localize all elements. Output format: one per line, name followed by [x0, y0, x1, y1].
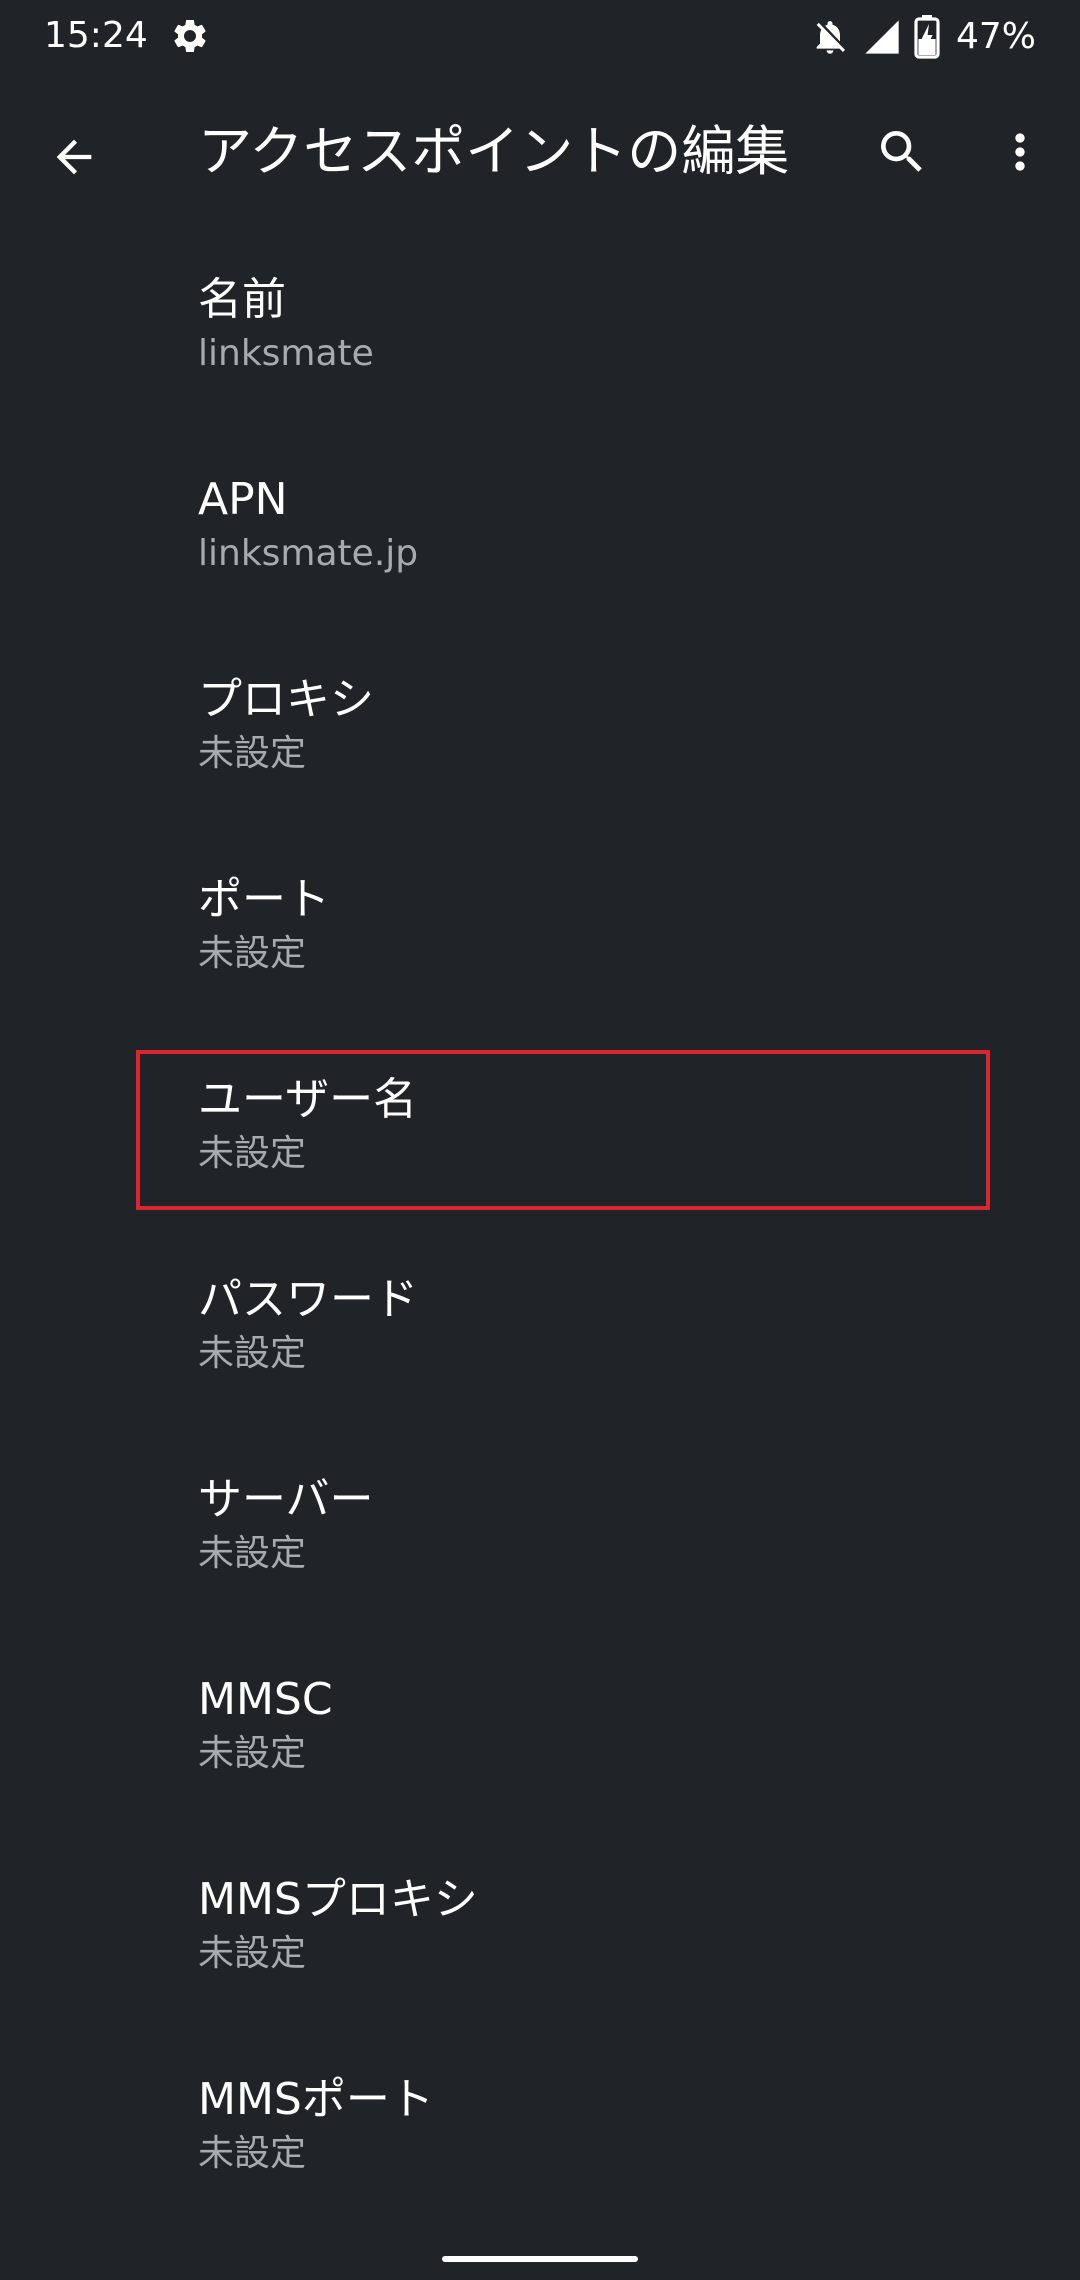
pref-title: MMSプロキシ: [198, 1874, 478, 1925]
pref-summary: 未設定: [198, 1933, 307, 1974]
status-time: 15:24: [44, 15, 148, 56]
pref-title: MMSポート: [198, 2074, 434, 2125]
apn-settings-list: 名前 linksmate APN linksmate.jp プロキシ 未設定 ポ…: [0, 226, 1080, 2226]
pref-item-mmsc[interactable]: MMSC 未設定: [0, 1626, 1080, 1826]
pref-item-port[interactable]: ポート 未設定: [0, 826, 1080, 1026]
pref-item-apn[interactable]: APN linksmate.jp: [0, 426, 1080, 626]
pref-title: サーバー: [198, 1474, 374, 1525]
pref-summary: 未設定: [198, 1733, 307, 1774]
pref-summary: 未設定: [198, 1133, 307, 1174]
battery-percent: 47%: [955, 16, 1036, 57]
more-options-button[interactable]: [980, 112, 1060, 192]
search-button[interactable]: [862, 112, 942, 192]
pref-summary: 未設定: [198, 933, 307, 974]
pref-item-password[interactable]: パスワード 未設定: [0, 1226, 1080, 1426]
settings-gear-icon: [170, 16, 210, 56]
back-arrow-icon: [56, 139, 92, 175]
pref-title: APN: [198, 474, 288, 525]
pref-title: パスワード: [198, 1274, 418, 1325]
pref-title: 名前: [198, 274, 286, 325]
gesture-nav-handle[interactable]: [442, 2256, 638, 2262]
more-vert-icon: [1015, 133, 1025, 171]
search-icon: [881, 131, 922, 172]
pref-title: ポート: [198, 874, 330, 925]
pref-item-proxy[interactable]: プロキシ 未設定: [0, 626, 1080, 826]
pref-title: ユーザー名: [198, 1074, 418, 1125]
pref-item-mms-proxy[interactable]: MMSプロキシ 未設定: [0, 1826, 1080, 2026]
app-bar: アクセスポイントの編集: [0, 76, 1080, 226]
pref-summary: linksmate.jp: [198, 533, 419, 574]
pref-summary: 未設定: [198, 1533, 307, 1574]
battery-charging-icon: [914, 15, 940, 59]
pref-summary: linksmate: [198, 333, 374, 374]
pref-item-mms-port[interactable]: MMSポート 未設定: [0, 2026, 1080, 2226]
pref-title: MMSC: [198, 1674, 333, 1725]
status-icons: 47%: [810, 12, 1036, 62]
pref-item-server[interactable]: サーバー 未設定: [0, 1426, 1080, 1626]
pref-summary: 未設定: [198, 1333, 307, 1374]
page-title: アクセスポイントの編集: [198, 120, 790, 183]
status-bar: 15:24 47%: [0, 0, 1080, 76]
signal-icon: [862, 17, 902, 57]
back-button[interactable]: [34, 117, 114, 197]
notifications-off-icon: [810, 17, 850, 57]
pref-summary: 未設定: [198, 733, 307, 774]
pref-title: プロキシ: [198, 674, 374, 725]
pref-item-name[interactable]: 名前 linksmate: [0, 226, 1080, 426]
pref-item-username[interactable]: ユーザー名 未設定: [0, 1026, 1080, 1226]
pref-summary: 未設定: [198, 2133, 307, 2174]
